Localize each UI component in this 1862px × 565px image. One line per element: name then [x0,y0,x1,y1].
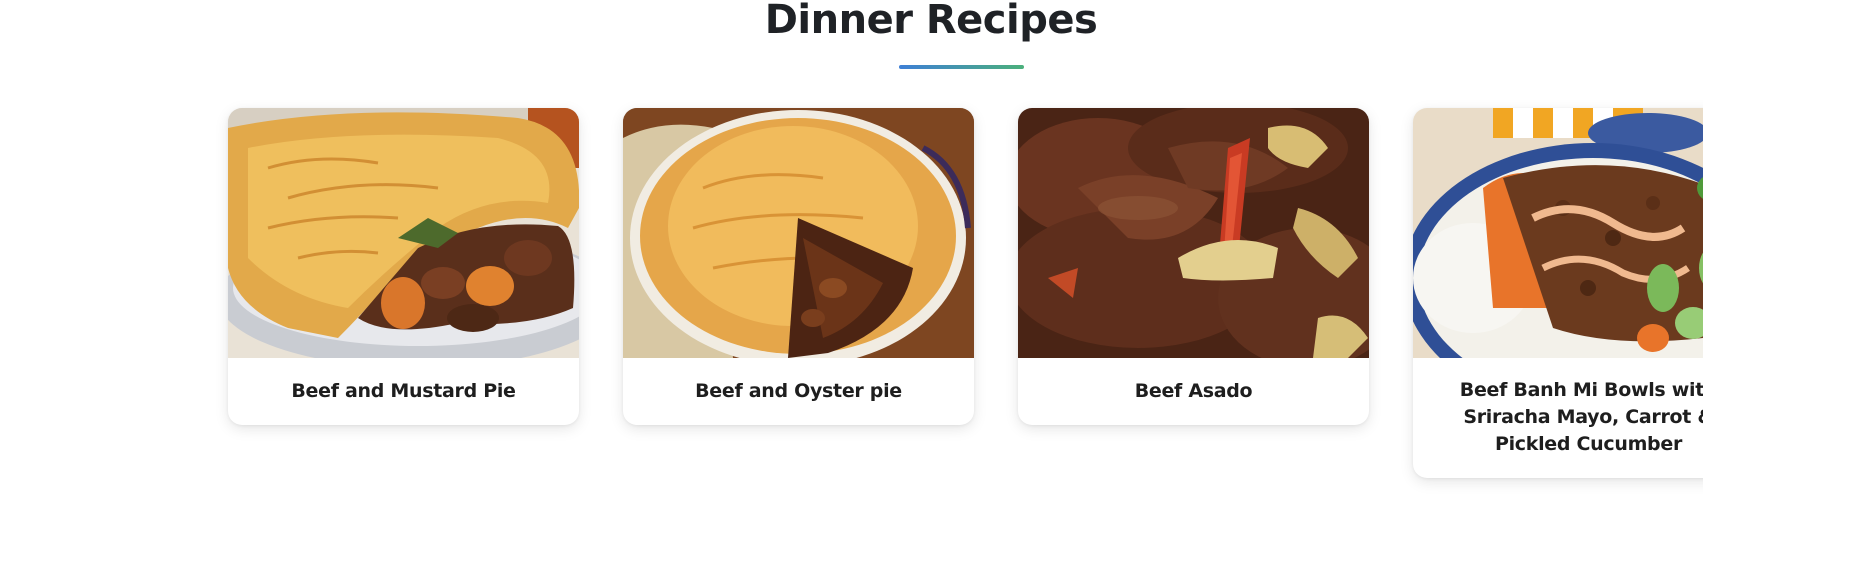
recipe-photo[interactable] [623,108,974,358]
recipe-card[interactable]: Beef Asado [1018,108,1369,425]
recipe-photo[interactable] [1018,108,1369,358]
recipe-photo[interactable] [1413,108,1703,358]
recipe-card[interactable]: Beef and Oyster pie [623,108,974,425]
recipe-title[interactable]: Beef and Oyster pie [623,358,974,425]
recipe-photo[interactable] [228,108,579,358]
recipe-title[interactable]: Beef Asado [1018,358,1369,425]
recipe-carousel[interactable]: Beef and Mustard Pie Beef and Oyster pie [0,0,1703,565]
recipe-title[interactable]: Beef Banh Mi Bowls with Sriracha Mayo, C… [1413,358,1703,478]
stew-photo-icon [1018,108,1369,358]
recipe-card[interactable]: Beef and Mustard Pie [228,108,579,425]
recipe-card[interactable]: Beef Banh Mi Bowls with Sriracha Mayo, C… [1413,108,1703,478]
pie-photo-icon [228,108,579,358]
bowl-photo-icon [1413,108,1703,358]
recipe-title[interactable]: Beef and Mustard Pie [228,358,579,425]
pie-photo-icon [623,108,974,358]
